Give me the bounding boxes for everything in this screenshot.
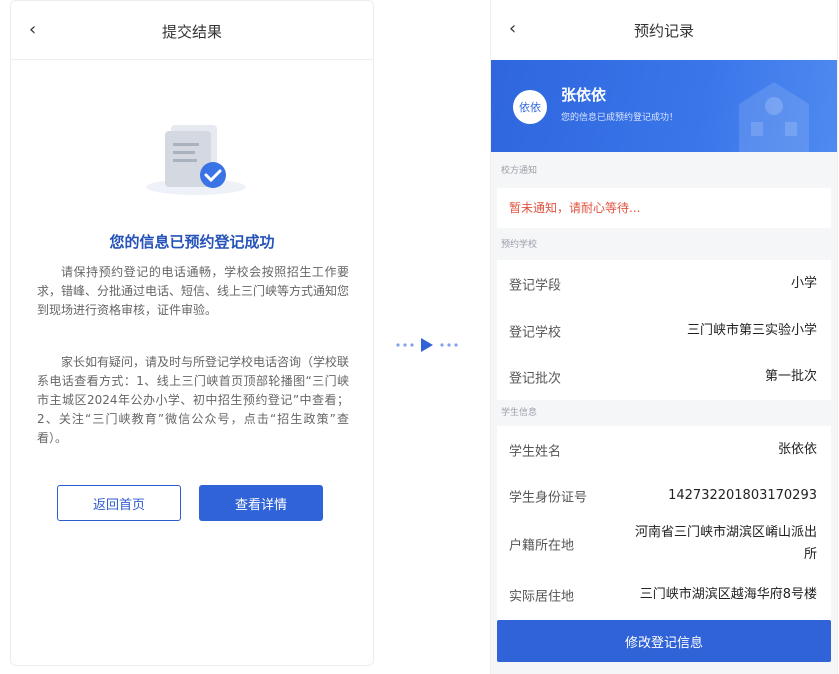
section-label-school: 预约学校 <box>501 240 538 250</box>
row-value: 三门峡市第三实验小学 <box>686 323 817 338</box>
submit-result-screen: ‹ 提交结果 您的信息已预约登记成功 请保持预约登记的电话通畅，学校会按照招生工… <box>10 0 374 666</box>
edit-registration-button[interactable]: 修改登记信息 <box>497 620 831 662</box>
notice-paragraph-1: 请保持预约登记的电话通畅，学校会按照招生工作要求，错峰、分批通过电话、短信、线上… <box>37 265 350 317</box>
page-title: 提交结果 <box>161 23 222 41</box>
info-row-batch: 登记批次 第一批次 <box>497 354 831 400</box>
page-title: 预约记录 <box>633 22 694 40</box>
view-detail-button[interactable]: 查看详情 <box>199 485 323 521</box>
row-label: 登记批次 <box>509 371 562 387</box>
notice-card: 暂未通知，请耐心等待... <box>497 188 831 228</box>
row-value: 三门峡市湖滨区越海华府8号楼 <box>639 587 817 602</box>
row-value: 第一批次 <box>764 369 817 384</box>
row-label: 实际居住地 <box>509 589 575 605</box>
back-home-button[interactable]: 返回首页 <box>57 485 181 521</box>
booking-record-screen: ‹ 预约记录 依依 张依依 您的信息已成预约登记成功！ 校方通知 暂未通知，请耐… <box>490 0 838 674</box>
info-row-school: 登记学校 三门峡市第三实验小学 <box>497 308 831 354</box>
info-row-id-number: 学生身份证号 142732201803170293 <box>497 474 831 518</box>
success-title: 您的信息已预约登记成功 <box>109 233 275 251</box>
row-label: 学生姓名 <box>509 444 562 460</box>
section-label-student: 学生信息 <box>501 408 538 418</box>
school-building-icon <box>739 82 809 152</box>
info-row-residence: 实际居住地 三门峡市湖滨区越海华府8号楼 <box>497 570 831 620</box>
notice-text: 暂未通知，请耐心等待... <box>509 201 641 215</box>
section-label-notice: 校方通知 <box>501 166 538 176</box>
banner-subtitle: 您的信息已成预约登记成功！ <box>561 113 679 123</box>
info-row-household: 户籍所在地 河南省三门峡市湖滨区崤山派出所 <box>497 518 831 570</box>
document-check-icon <box>146 125 246 195</box>
row-value: 张依依 <box>777 442 817 457</box>
row-value: 河南省三门峡市湖滨区崤山派出所 <box>634 525 817 562</box>
info-row-student-name: 学生姓名 张依依 <box>497 426 831 474</box>
row-label: 户籍所在地 <box>509 538 575 554</box>
row-label: 学生身份证号 <box>509 490 588 506</box>
nav-bar: ‹ 提交结果 <box>11 1 373 60</box>
profile-banner: 依依 张依依 您的信息已成预约登记成功！ <box>491 60 837 152</box>
avatar: 依依 <box>513 90 547 124</box>
row-value: 小学 <box>790 276 817 291</box>
info-row-stage: 登记学段 小学 <box>497 260 831 308</box>
row-label: 登记学段 <box>509 278 562 294</box>
row-label: 登记学校 <box>509 325 562 341</box>
flow-arrow-icon <box>396 338 458 352</box>
notice-paragraph-2: 家长如有疑问，请及时与所登记学校电话咨询（学校联系电话查看方式：1、线上三门峡首… <box>37 355 350 445</box>
row-value: 142732201803170293 <box>668 488 817 503</box>
student-name: 张依依 <box>561 86 607 104</box>
nav-bar: ‹ 预约记录 <box>491 0 837 60</box>
